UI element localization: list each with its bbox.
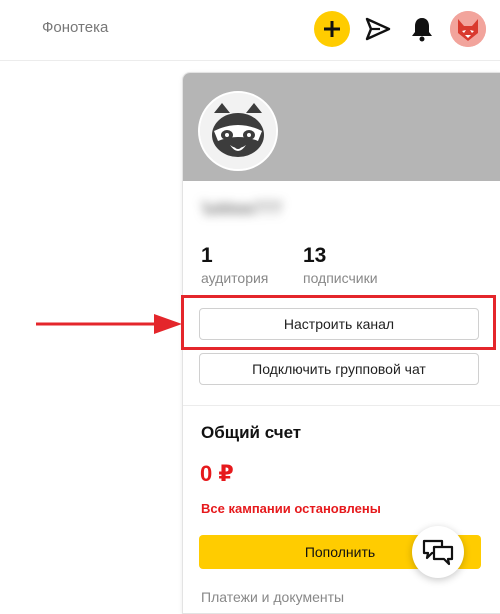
setup-channel-button[interactable]: Настроить канал bbox=[199, 308, 479, 340]
chat-button[interactable] bbox=[412, 526, 464, 578]
account-status: Все кампании остановлены bbox=[201, 501, 381, 516]
send-icon[interactable] bbox=[364, 16, 392, 42]
account-title: Общий счет bbox=[201, 423, 302, 442]
chat-bubbles-icon bbox=[422, 539, 454, 566]
fox-avatar-icon bbox=[450, 11, 486, 47]
stat-audience-value: 1 bbox=[201, 244, 213, 267]
nav-link-fonoteka[interactable]: Фонотека bbox=[42, 19, 108, 36]
stat-subscribers-value: 13 bbox=[303, 244, 327, 267]
top-bar: Фонотека bbox=[0, 0, 500, 61]
connect-group-chat-button[interactable]: Подключить групповой чат bbox=[199, 353, 479, 385]
stat-audience: 1 аудитория bbox=[201, 243, 268, 287]
create-button[interactable] bbox=[314, 11, 350, 47]
bell-icon[interactable] bbox=[410, 16, 434, 42]
plus-icon bbox=[324, 21, 340, 37]
stat-subscribers: 13 подписчики bbox=[303, 243, 378, 287]
channel-name: Ъёёюк777 bbox=[201, 199, 282, 218]
payments-documents-link[interactable]: Платежи и документы bbox=[201, 589, 344, 605]
channel-avatar[interactable] bbox=[198, 91, 278, 171]
stat-audience-label: аудитория bbox=[201, 270, 269, 286]
raccoon-icon bbox=[200, 93, 276, 169]
divider bbox=[183, 405, 500, 406]
stat-subscribers-label: подписчики bbox=[303, 270, 378, 286]
user-avatar[interactable] bbox=[450, 11, 486, 47]
red-arrow-icon bbox=[36, 314, 182, 334]
account-balance: 0 ₽ bbox=[200, 461, 234, 486]
